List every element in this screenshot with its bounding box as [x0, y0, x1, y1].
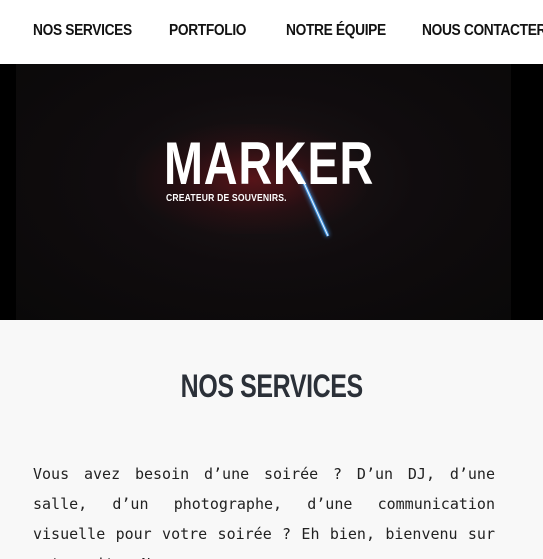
section-title-text: NOS SERVICES [180, 368, 363, 404]
top-navigation: NOS SERVICES PORTFOLIO NOTRE ÉQUIPE NOUS… [0, 0, 543, 64]
logo-tagline: CREATEUR DE SOUVENIRS. [166, 193, 287, 204]
nav-link-contact[interactable]: NOUS CONTACTER [422, 22, 543, 44]
section-title: NOS SERVICES [0, 368, 543, 405]
logo-wordmark: MARKER [164, 130, 375, 197]
nav-link-services[interactable]: NOS SERVICES [33, 22, 132, 44]
nav-link-portfolio[interactable]: PORTFOLIO [169, 22, 247, 44]
hero-video-frame: MARKER CREATEUR DE SOUVENIRS. [16, 64, 511, 320]
nav-link-team[interactable]: NOTRE ÉQUIPE [286, 22, 386, 44]
hero-banner: MARKER CREATEUR DE SOUVENIRS. [0, 64, 543, 320]
services-intro-paragraph: Vous avez besoin d’une soirée ? D’un DJ,… [33, 465, 495, 559]
